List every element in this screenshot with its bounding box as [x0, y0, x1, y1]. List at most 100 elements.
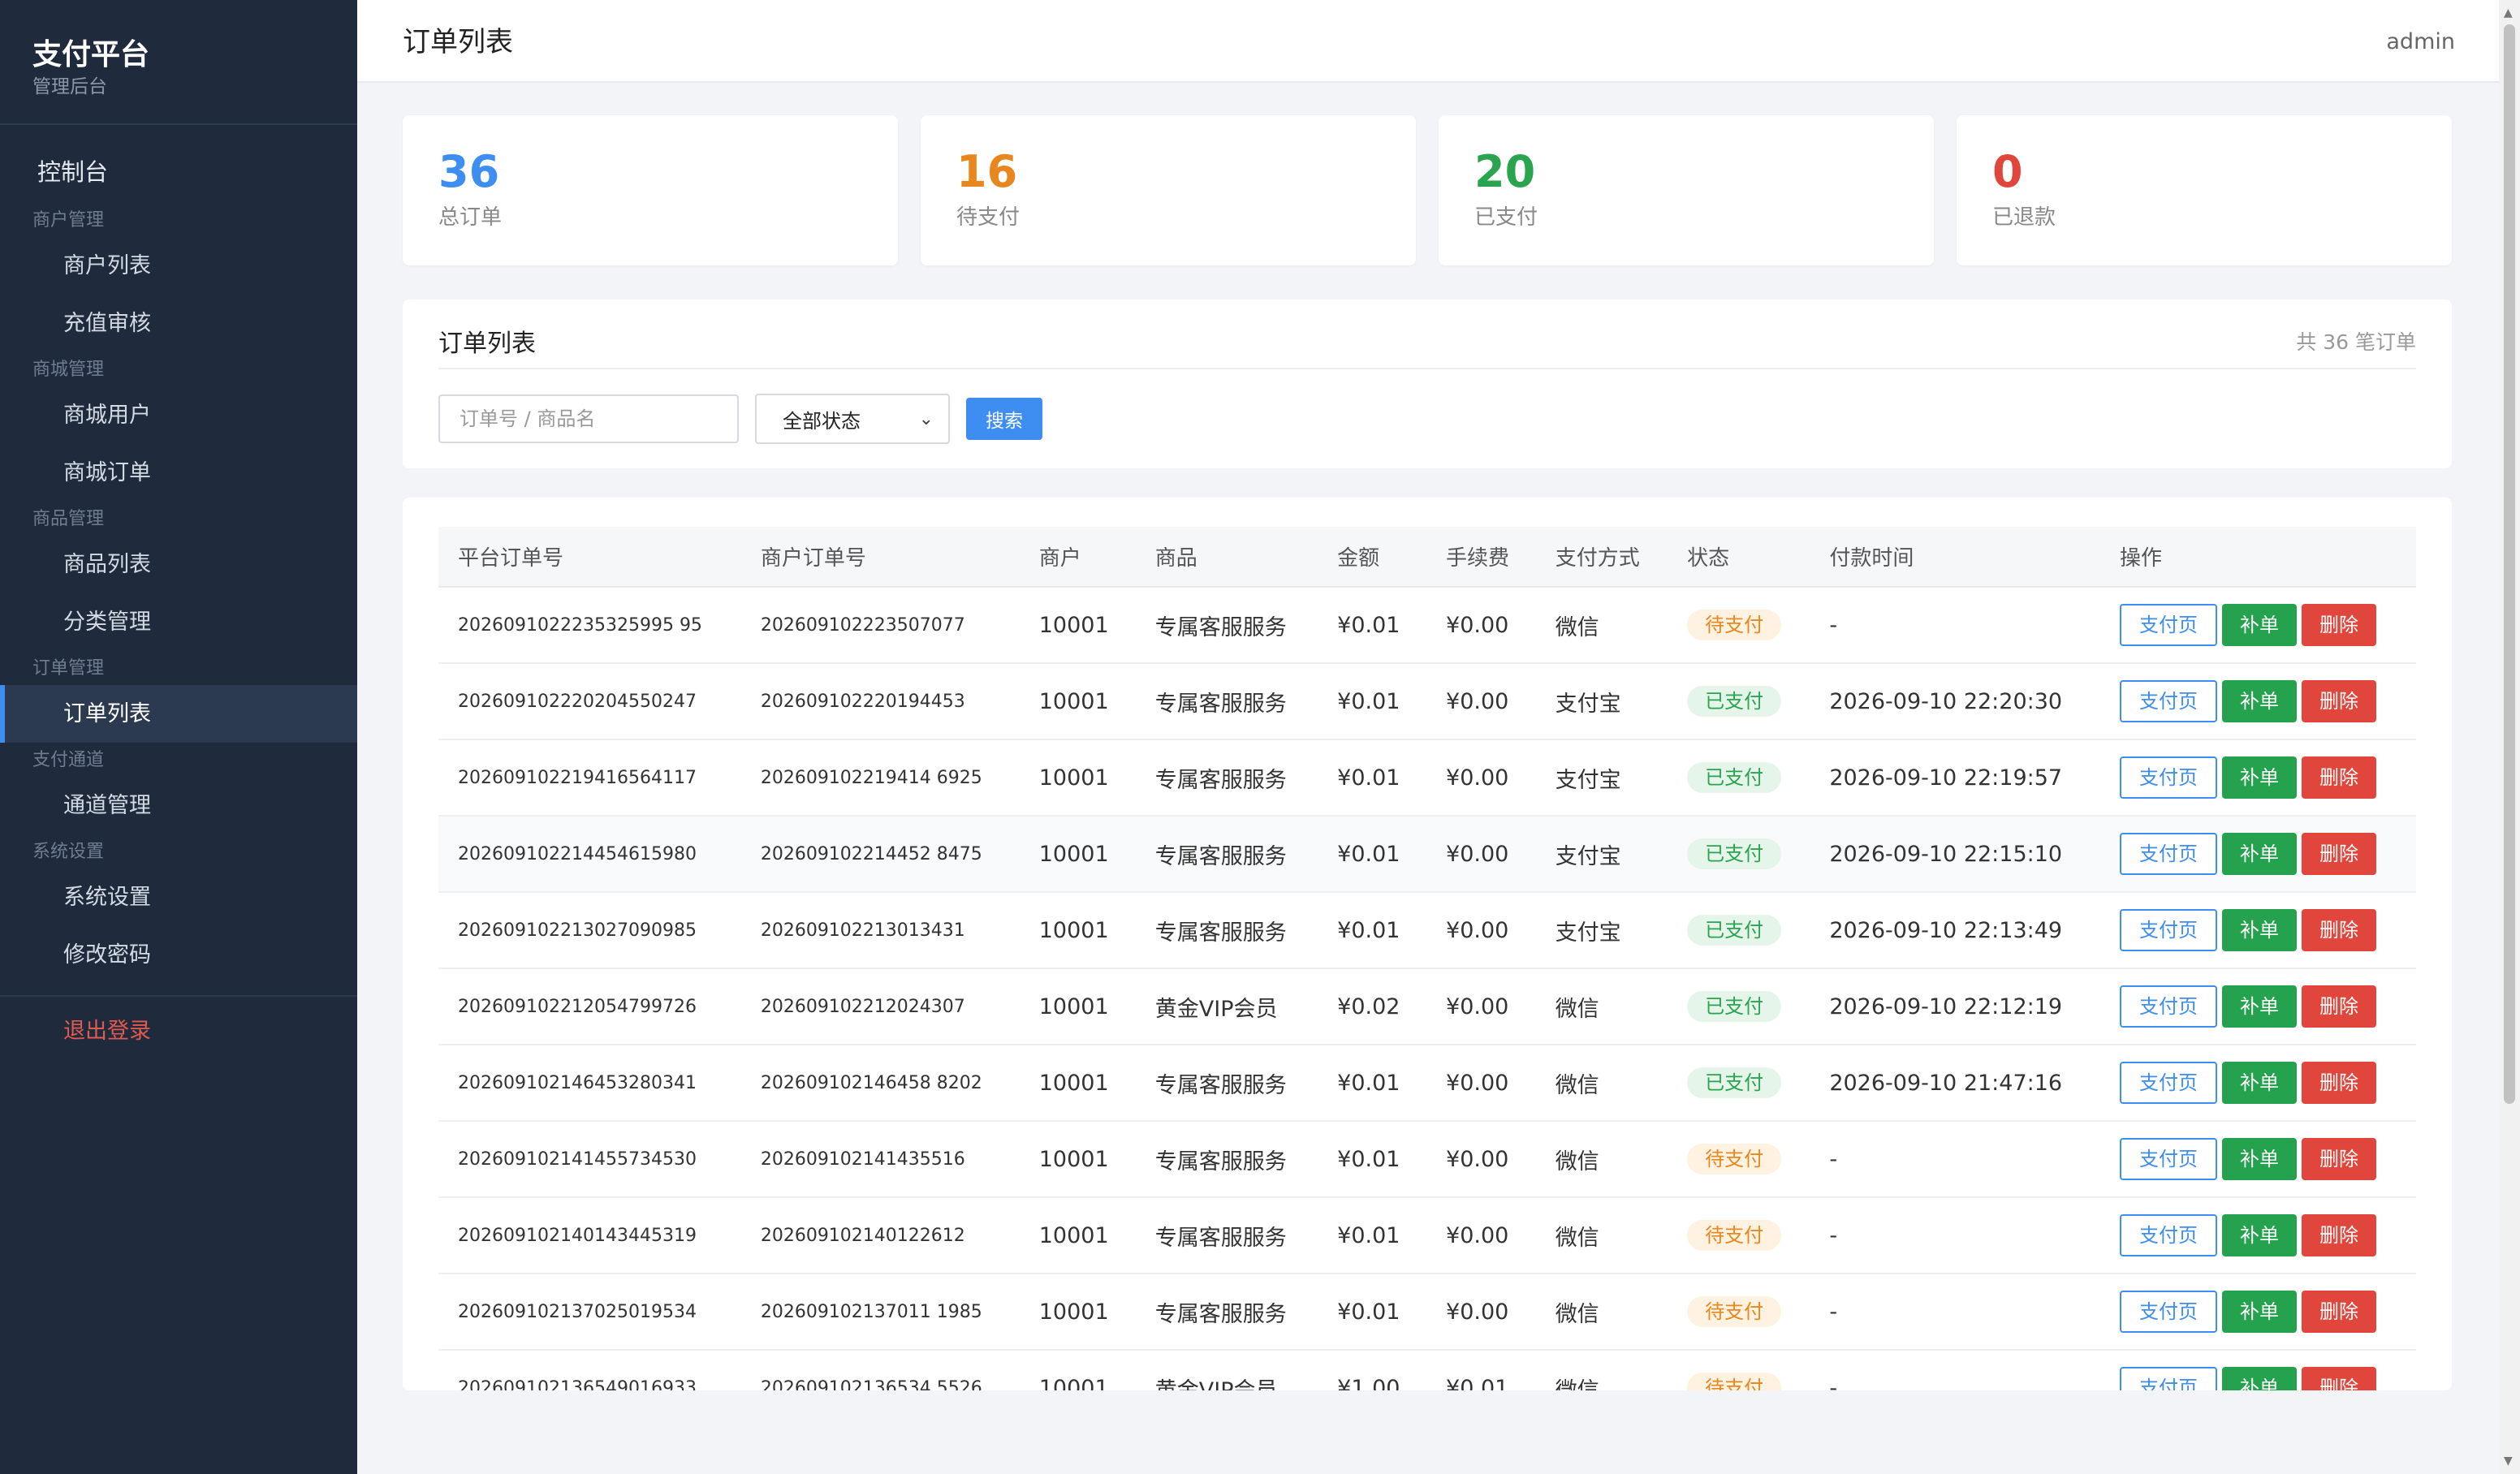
- pay-time: 2026-09-10 22:15:10: [1810, 816, 2101, 893]
- supplement-button[interactable]: 补单: [2222, 1367, 2298, 1390]
- user-name[interactable]: admin: [2386, 0, 2455, 84]
- status-select-value: 全部状态: [783, 409, 861, 433]
- sidebar-item-mall-users[interactable]: 商城用户: [0, 386, 357, 444]
- stat-card-pending: 16 待支付: [921, 115, 1416, 265]
- pay-method: 微信: [1535, 1121, 1668, 1198]
- status-select[interactable]: 全部状态 ⌄: [755, 394, 950, 444]
- product-name: 专属客服服务: [1135, 892, 1318, 969]
- pay-time: 2026-09-10 22:20:30: [1810, 663, 2101, 740]
- amount: ¥0.01: [1318, 739, 1427, 817]
- stat-label: 总订单: [438, 205, 503, 230]
- delete-button[interactable]: 删除: [2302, 1138, 2377, 1180]
- table-row: 202609102140143445319 202609102140122612 1…: [438, 1197, 2416, 1274]
- delete-button[interactable]: 删除: [2302, 680, 2377, 722]
- pay-page-button[interactable]: 支付页: [2120, 985, 2218, 1028]
- delete-button[interactable]: 删除: [2302, 1214, 2377, 1256]
- pay-page-button[interactable]: 支付页: [2120, 1138, 2218, 1180]
- scroll-down-icon[interactable]: ▼: [2504, 1455, 2513, 1468]
- sidebar-item-order-list[interactable]: 订单列表: [0, 685, 357, 743]
- sidebar-item-system-settings[interactable]: 系统设置: [0, 868, 357, 926]
- scroll-thumb[interactable]: [2504, 24, 2515, 1104]
- col-merchant: 商户: [1019, 527, 1136, 588]
- logout-button[interactable]: 退出登录: [0, 1003, 357, 1060]
- status-badge: 待支付: [1687, 1144, 1782, 1174]
- supplement-button[interactable]: 补单: [2222, 680, 2298, 722]
- page-scrollbar[interactable]: ▲ ▼: [2499, 0, 2520, 1474]
- col-amount: 金额: [1318, 527, 1427, 588]
- sidebar-item-product-list[interactable]: 商品列表: [0, 536, 357, 593]
- merchant-id: 10001: [1019, 816, 1136, 893]
- delete-button[interactable]: 删除: [2302, 909, 2377, 951]
- sidebar-item-dashboard[interactable]: 控制台: [0, 141, 357, 203]
- pay-page-button[interactable]: 支付页: [2120, 756, 2218, 799]
- amount: ¥0.01: [1318, 1045, 1427, 1122]
- search-button[interactable]: 搜索: [966, 398, 1042, 440]
- pay-page-button[interactable]: 支付页: [2120, 680, 2218, 722]
- scroll-up-icon[interactable]: ▲: [2504, 6, 2513, 19]
- merchant-order-no: 202609102214452 8475: [740, 816, 1020, 893]
- pay-page-button[interactable]: 支付页: [2120, 1062, 2218, 1104]
- supplement-button[interactable]: 补单: [2222, 1291, 2298, 1333]
- pay-page-button[interactable]: 支付页: [2120, 909, 2218, 951]
- filter-bar: 全部状态 ⌄ 搜索: [438, 394, 2416, 444]
- supplement-button[interactable]: 补单: [2222, 985, 2298, 1028]
- supplement-button[interactable]: 补单: [2222, 1138, 2298, 1180]
- sidebar-item-recharge-review[interactable]: 充值审核: [0, 295, 357, 352]
- table-row: 202609102214454615980 202609102214452 847…: [438, 816, 2416, 893]
- amount: ¥1.00: [1318, 1350, 1427, 1390]
- sidebar-item-change-password[interactable]: 修改密码: [0, 926, 357, 984]
- status-badge: 待支付: [1687, 610, 1782, 640]
- stat-label: 待支付: [956, 205, 1021, 230]
- status-cell: 待支付: [1668, 1121, 1810, 1198]
- delete-button[interactable]: 删除: [2302, 833, 2377, 875]
- fee: ¥0.00: [1426, 1045, 1536, 1122]
- supplement-button[interactable]: 补单: [2222, 756, 2298, 799]
- delete-button[interactable]: 删除: [2302, 1062, 2377, 1104]
- sidebar-item-merchant-list[interactable]: 商户列表: [0, 237, 357, 295]
- sidebar-item-mall-orders[interactable]: 商城订单: [0, 444, 357, 502]
- merchant-order-no: 202609102219414 6925: [740, 739, 1020, 817]
- status-badge: 已支付: [1687, 838, 1782, 869]
- pay-method: 微信: [1535, 1274, 1668, 1351]
- platform-order-no: 202609102146453280341: [438, 1045, 741, 1122]
- status-badge: 已支付: [1687, 762, 1782, 793]
- pay-page-button[interactable]: 支付页: [2120, 1214, 2218, 1256]
- supplement-button[interactable]: 补单: [2222, 909, 2298, 951]
- col-merchant-order: 商户订单号: [740, 527, 1020, 588]
- merchant-id: 10001: [1019, 968, 1136, 1045]
- delete-button[interactable]: 删除: [2302, 756, 2377, 799]
- delete-button[interactable]: 删除: [2302, 604, 2377, 646]
- merchant-order-no: 202609102223507077: [740, 587, 1020, 664]
- pay-page-button[interactable]: 支付页: [2120, 833, 2218, 875]
- merchant-id: 10001: [1019, 892, 1136, 969]
- table-row: 202609102141455734530 202609102141435516 1…: [438, 1121, 2416, 1198]
- fee: ¥0.00: [1426, 587, 1536, 664]
- supplement-button[interactable]: 补单: [2222, 1062, 2298, 1104]
- actions-cell: 支付页 补单 删除: [2100, 1045, 2416, 1122]
- pay-method: 支付宝: [1535, 816, 1668, 893]
- supplement-button[interactable]: 补单: [2222, 833, 2298, 875]
- delete-button[interactable]: 删除: [2302, 1367, 2377, 1390]
- stats-row: 36 总订单 16 待支付 20 已支付 0 已退款: [403, 115, 2452, 265]
- search-input[interactable]: [438, 394, 739, 443]
- sidebar-item-channel[interactable]: 通道管理: [0, 777, 357, 834]
- pay-page-button[interactable]: 支付页: [2120, 604, 2218, 646]
- nav-group-mall: 商城管理: [32, 360, 105, 380]
- status-cell: 待支付: [1668, 1274, 1810, 1351]
- sidebar-nav: 控制台 商户管理 商户列表 充值审核 商城管理 商城用户 商城订单 商品管理 商…: [0, 125, 357, 1060]
- sidebar-item-category[interactable]: 分类管理: [0, 593, 357, 651]
- brand-title: 支付平台: [32, 38, 150, 71]
- brand-subtitle: 管理后台: [32, 76, 107, 97]
- delete-button[interactable]: 删除: [2302, 1291, 2377, 1333]
- table-header-row: 平台订单号 商户订单号 商户 商品 金额 手续费 支付方式 状态 付款时间 操作: [438, 527, 2416, 588]
- sidebar: 支付平台 管理后台 控制台 商户管理 商户列表 充值审核 商城管理 商城用户 商…: [0, 0, 357, 1474]
- supplement-button[interactable]: 补单: [2222, 604, 2298, 646]
- col-actions: 操作: [2100, 527, 2416, 588]
- fee: ¥0.00: [1426, 892, 1536, 969]
- delete-button[interactable]: 删除: [2302, 985, 2377, 1028]
- pay-time: -: [1810, 587, 2101, 664]
- supplement-button[interactable]: 补单: [2222, 1214, 2298, 1256]
- table-row: 202609102146453280341 202609102146458 820…: [438, 1045, 2416, 1122]
- pay-page-button[interactable]: 支付页: [2120, 1291, 2218, 1333]
- pay-page-button[interactable]: 支付页: [2120, 1367, 2218, 1390]
